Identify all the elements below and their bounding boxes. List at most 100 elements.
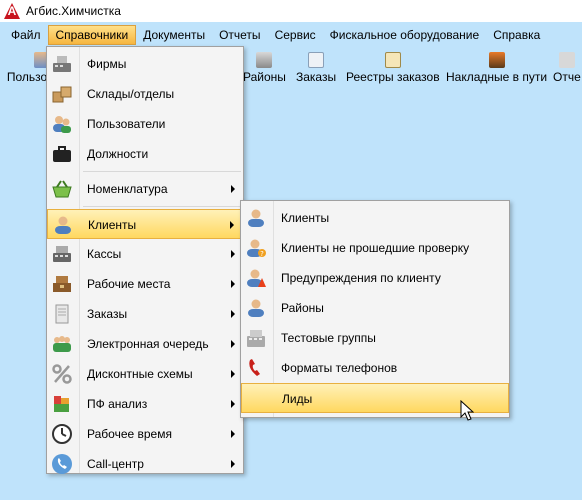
order-registers-icon — [384, 52, 401, 68]
submenu-arrow-icon — [231, 340, 235, 348]
submenu-item-label: Районы — [281, 301, 324, 315]
app-logo-icon: A — [4, 3, 20, 19]
menu-item-pf-analysis[interactable]: ПФ анализ — [47, 389, 243, 419]
toolbar-reports-label: Отче — [553, 70, 581, 84]
users-icon — [51, 113, 73, 135]
menu-item-warehouses[interactable]: Склады/отделы — [47, 79, 243, 109]
window-title: Агбис.Химчистка — [26, 4, 121, 18]
toolbar-orders-label: Заказы — [296, 70, 337, 84]
submenu-item-clients[interactable]: Клиенты — [241, 203, 509, 233]
orders-icon — [308, 52, 325, 68]
submenu-item-districts[interactable]: Районы — [241, 293, 509, 323]
menu-item-label: Call-центр — [87, 457, 144, 471]
client-warning-icon: ? — [245, 237, 267, 259]
phone-icon — [51, 453, 73, 475]
toolbar-orders-button[interactable]: Заказы — [296, 50, 336, 90]
menu-item-firms[interactable]: Фирмы — [47, 49, 243, 79]
menu-separator — [83, 206, 241, 207]
menu-bar: Файл Справочники Документы Отчеты Сервис… — [0, 24, 582, 46]
menu-item-electronic-queue[interactable]: Электронная очередь — [47, 329, 243, 359]
toolbar-reports-button[interactable]: Отче — [553, 50, 581, 90]
logo-letter: A — [7, 4, 17, 18]
menu-reports[interactable]: Отчеты — [212, 25, 267, 45]
menu-item-label: Должности — [87, 147, 149, 161]
menu-item-cash-desks[interactable]: Кассы — [47, 239, 243, 269]
analysis-icon — [51, 393, 73, 415]
submenu-item-unverified-clients[interactable]: ? Клиенты не прошедшие проверку — [241, 233, 509, 263]
clock-icon — [51, 423, 73, 445]
title-bar: A Агбис.Химчистка — [0, 0, 582, 22]
boxes-icon — [51, 83, 73, 105]
svg-text:?: ? — [260, 250, 264, 258]
basket-icon — [51, 178, 73, 200]
phone-format-icon — [245, 357, 267, 379]
submenu-item-test-groups[interactable]: Тестовые группы — [241, 323, 509, 353]
mouse-cursor-icon — [460, 400, 474, 421]
menu-item-orders[interactable]: Заказы — [47, 299, 243, 329]
toolbar-waybills-label: Накладные в пути — [446, 70, 548, 84]
menu-documents[interactable]: Документы — [136, 25, 212, 45]
submenu-arrow-icon — [231, 370, 235, 378]
menu-service[interactable]: Сервис — [268, 25, 323, 45]
menu-fiscal-equipment[interactable]: Фискальное оборудование — [323, 25, 487, 45]
menu-item-label: Заказы — [87, 307, 128, 321]
toolbar-districts-button[interactable]: Районы — [243, 50, 286, 90]
submenu-item-label: Тестовые группы — [281, 331, 376, 345]
submenu-item-label: Клиенты — [281, 211, 330, 225]
submenu-item-label: Предупреждения по клиенту — [281, 271, 441, 285]
districts-icon — [256, 52, 273, 68]
toolbar-order-registers-label: Реестры заказов — [346, 70, 440, 84]
menu-item-discount-schemes[interactable]: Дисконтные схемы — [47, 359, 243, 389]
menu-item-label: Номенклатура — [87, 182, 168, 196]
menu-item-working-time[interactable]: Рабочее время — [47, 419, 243, 449]
cash-register-icon — [51, 53, 73, 75]
client-icon — [52, 214, 74, 236]
reports-icon — [558, 52, 575, 68]
submenu-arrow-icon — [231, 185, 235, 193]
menu-item-label: Пользователи — [87, 117, 166, 131]
menu-item-label: ПФ анализ — [87, 397, 148, 411]
submenu-arrow-icon — [231, 280, 235, 288]
toolbar-order-registers-button[interactable]: Реестры заказов — [346, 50, 440, 90]
menu-item-label: Электронная очередь — [87, 337, 209, 351]
client-icon — [245, 207, 267, 229]
menu-references[interactable]: Справочники — [47, 25, 137, 45]
workplace-icon — [51, 273, 73, 295]
submenu-item-label: Клиенты не прошедшие проверку — [281, 241, 470, 255]
menu-item-label: Рабочее время — [87, 427, 172, 441]
briefcase-icon — [51, 143, 73, 165]
queue-icon — [51, 333, 73, 355]
menu-separator — [83, 171, 241, 172]
menu-item-nomenclature[interactable]: Номенклатура — [47, 174, 243, 204]
toolbar-users-label: Пользо — [6, 70, 48, 84]
submenu-arrow-icon — [231, 310, 235, 318]
menu-item-label: Фирмы — [87, 57, 127, 71]
orders-icon — [51, 303, 73, 325]
submenu-arrow-icon — [231, 430, 235, 438]
toolbar-waybills-button[interactable]: Накладные в пути — [446, 50, 547, 90]
submenu-item-client-warnings[interactable]: Предупреждения по клиенту — [241, 263, 509, 293]
truck-icon — [488, 52, 505, 68]
toolbar-districts-label: Районы — [243, 70, 286, 84]
cash-register-icon — [51, 243, 73, 265]
menu-item-label: Кассы — [87, 247, 122, 261]
menu-item-label: Рабочие места — [87, 277, 171, 291]
submenu-item-label: Лиды — [282, 392, 313, 406]
menu-item-positions[interactable]: Должности — [47, 139, 243, 169]
menu-help[interactable]: Справка — [486, 25, 547, 45]
menu-item-workplaces[interactable]: Рабочие места — [47, 269, 243, 299]
toolbar-users-button[interactable]: Пользо — [4, 50, 50, 90]
clients-submenu: Клиенты ? Клиенты не прошедшие проверку … — [240, 200, 510, 418]
menu-item-label: Склады/отделы — [87, 87, 175, 101]
menu-item-users[interactable]: Пользователи — [47, 109, 243, 139]
submenu-arrow-icon — [231, 460, 235, 468]
menu-item-clients[interactable]: Клиенты — [47, 209, 243, 239]
submenu-item-phone-formats[interactable]: Форматы телефонов — [241, 353, 509, 383]
menu-file[interactable]: Файл — [4, 25, 48, 45]
percent-icon — [51, 363, 73, 385]
districts-icon — [245, 297, 267, 319]
submenu-arrow-icon — [231, 400, 235, 408]
references-menu: Фирмы Склады/отделы Пользователи Должнос… — [46, 46, 244, 474]
menu-item-label: Дисконтные схемы — [87, 367, 193, 381]
menu-item-call-center[interactable]: Call-центр — [47, 449, 243, 479]
